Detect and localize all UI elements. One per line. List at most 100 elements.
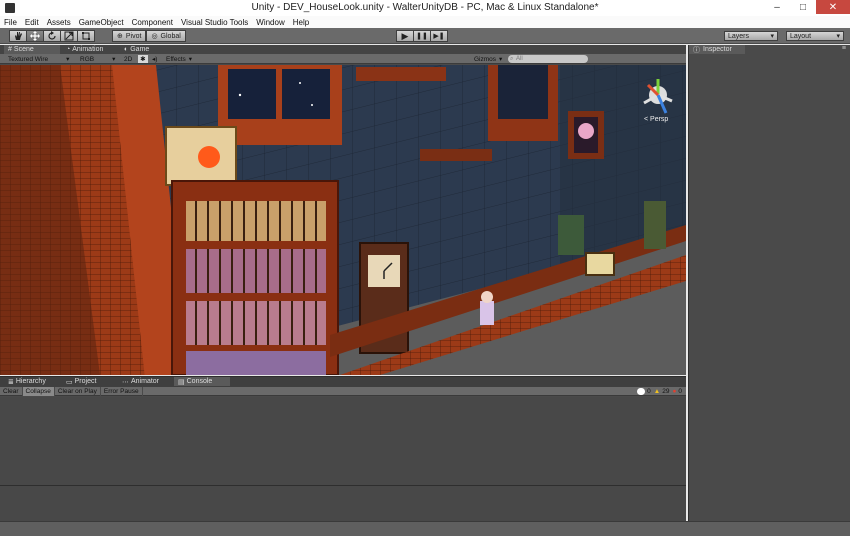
menu-gameobject[interactable]: GameObject — [79, 18, 124, 27]
pivot-label: Pivot — [125, 32, 142, 40]
effects-label: Effects — [166, 55, 186, 63]
scene-search-placeholder: All — [516, 56, 523, 62]
hand-tool-button[interactable] — [9, 30, 27, 42]
scene-search-input[interactable]: ⌕ All — [508, 55, 588, 63]
hierarchy-icon: ≣ — [8, 378, 14, 386]
tab-animation[interactable]: ◔ Animation — [62, 45, 118, 54]
maximize-button[interactable]: □ — [790, 0, 816, 14]
tab-project[interactable]: ▭ Project — [62, 377, 118, 386]
lamp-bulb — [198, 146, 220, 168]
render-mode-dropdown[interactable]: RGB ▾ — [80, 55, 116, 64]
global-toggle[interactable]: ◎ Global — [146, 30, 186, 42]
pause-button[interactable]: ❚❚ — [413, 30, 431, 42]
layers-dropdown[interactable]: Layers ▾ — [724, 31, 778, 41]
audio-toggle[interactable]: ◂) — [152, 55, 157, 63]
console-icon: ▤ — [178, 378, 185, 386]
warning-count-toggle[interactable]: ▲ 29 — [654, 388, 670, 395]
scene-icon: # — [8, 46, 12, 53]
persp-label[interactable]: < Persp — [644, 116, 668, 123]
mode-2d-label: 2D — [124, 55, 133, 63]
top-shelf — [356, 67, 446, 81]
console-toolbar: Clear Collapse Clear on Play Error Pause… — [0, 386, 686, 396]
rotate-icon — [48, 31, 56, 40]
render-mode-label: RGB — [80, 55, 95, 63]
step-button[interactable]: ▶❚ — [430, 30, 448, 42]
globe-icon: ◎ — [151, 33, 158, 40]
tab-console-label: Console — [186, 378, 213, 385]
error-count: 0 — [678, 388, 682, 395]
tab-game[interactable]: ◐ Game — [120, 45, 160, 54]
chevron-down-icon: ▾ — [188, 56, 193, 63]
close-button[interactable]: ✕ — [816, 0, 850, 14]
window-title: Unity - DEV_HouseLook.unity - WalterUnit… — [251, 2, 599, 13]
error-count-toggle[interactable]: ● 0 — [672, 388, 682, 395]
game-icon: ◐ — [124, 46, 129, 53]
console-tabstrip: ≣ Hierarchy ▭ Project ⋯ Animator ▤ Conso… — [0, 377, 686, 387]
tab-scene[interactable]: # Scene — [4, 45, 60, 54]
gizmos-dropdown[interactable]: Gizmos ▾ — [474, 55, 502, 64]
shading-mode-dropdown[interactable]: Textured Wire ▾ — [8, 55, 69, 64]
menu-window[interactable]: Window — [256, 18, 284, 27]
error-pause-toggle[interactable]: Error Pause — [101, 386, 143, 396]
menu-assets[interactable]: Assets — [47, 18, 71, 27]
gizmos-label: Gizmos — [474, 55, 497, 63]
hand-icon — [15, 32, 22, 40]
tab-inspector[interactable]: ⓘ Inspector — [689, 45, 745, 54]
speaker-icon: ◂) — [152, 56, 158, 63]
stack-box — [558, 215, 584, 255]
tab-animator-label: Animator — [131, 378, 160, 385]
layers-label: Layers — [728, 32, 750, 40]
collapse-toggle[interactable]: Collapse — [22, 386, 55, 396]
menu-file[interactable]: File — [4, 18, 17, 27]
scene-viewport[interactable]: < Persp — [0, 65, 686, 375]
menu-help[interactable]: Help — [293, 18, 309, 27]
info-icon: ⓘ — [693, 46, 700, 54]
console-detail-pane[interactable] — [0, 485, 686, 522]
scene-toolbar: Textured Wire ▾ RGB ▾ 2D ✱ ◂) Effects ▾ … — [0, 54, 686, 64]
pivot-toggle[interactable]: ⊕ Pivot — [112, 30, 147, 42]
info-count-toggle[interactable]: 0 — [637, 388, 651, 395]
main-toolbar: ⊕ Pivot ◎ Global ▶ ❚❚ ▶❚ Layers ▾ Layout… — [0, 28, 850, 44]
move-tool-button[interactable] — [26, 30, 44, 42]
message-counts: 0 ▲ 29 ● 0 — [637, 387, 682, 396]
menu-edit[interactable]: Edit — [25, 18, 39, 27]
play-button[interactable]: ▶ — [396, 30, 414, 42]
info-bubble-icon — [637, 388, 646, 395]
console-log-list[interactable] — [0, 397, 686, 485]
tab-console[interactable]: ▤ Console — [174, 377, 230, 386]
chevron-down-icon: ▾ — [112, 56, 116, 63]
rotate-tool-button[interactable] — [43, 30, 61, 42]
chevron-down-icon: ▾ — [770, 33, 774, 40]
search-icon: ⌕ — [510, 55, 514, 62]
menu-visual-studio-tools[interactable]: Visual Studio Tools — [181, 18, 248, 27]
info-count: 0 — [647, 388, 651, 395]
clear-button[interactable]: Clear — [0, 386, 23, 396]
scene-panel: # Scene ◔ Animation ◐ Game Textured Wire… — [0, 45, 686, 375]
tab-hierarchy[interactable]: ≣ Hierarchy — [4, 377, 62, 386]
console-panel: ≣ Hierarchy ▭ Project ⋯ Animator ▤ Conso… — [0, 376, 686, 522]
tab-project-label: Project — [74, 378, 97, 385]
minimize-button[interactable]: – — [764, 0, 790, 14]
animator-icon: ⋯ — [122, 378, 129, 386]
rect-icon — [82, 32, 90, 40]
effects-dropdown[interactable]: Effects ▾ — [166, 55, 193, 64]
scale-tool-button[interactable] — [60, 30, 78, 42]
step-icon: ▶❚ — [433, 32, 445, 40]
layout-dropdown[interactable]: Layout ▾ — [786, 31, 844, 41]
clear-on-play-toggle[interactable]: Clear on Play — [55, 386, 101, 396]
warning-icon: ▲ — [653, 388, 661, 395]
rect-tool-button[interactable] — [77, 30, 95, 42]
mode-2d-toggle[interactable]: 2D — [124, 55, 132, 63]
status-bar — [0, 521, 850, 536]
tab-animation-label: Animation — [72, 46, 104, 53]
playback-controls: ▶ ❚❚ ▶❚ — [396, 30, 448, 42]
panel-menu-icon[interactable]: ≡ — [842, 45, 846, 52]
play-icon: ▶ — [401, 30, 409, 41]
animation-icon: ◔ — [66, 46, 71, 53]
tab-animator[interactable]: ⋯ Animator — [118, 377, 174, 386]
sun-icon: ✱ — [140, 56, 146, 63]
tab-scene-label: Scene — [13, 46, 34, 53]
mid-shelf — [420, 149, 492, 161]
scene-lighting-toggle[interactable]: ✱ — [138, 55, 148, 63]
menu-component[interactable]: Component — [132, 18, 173, 27]
